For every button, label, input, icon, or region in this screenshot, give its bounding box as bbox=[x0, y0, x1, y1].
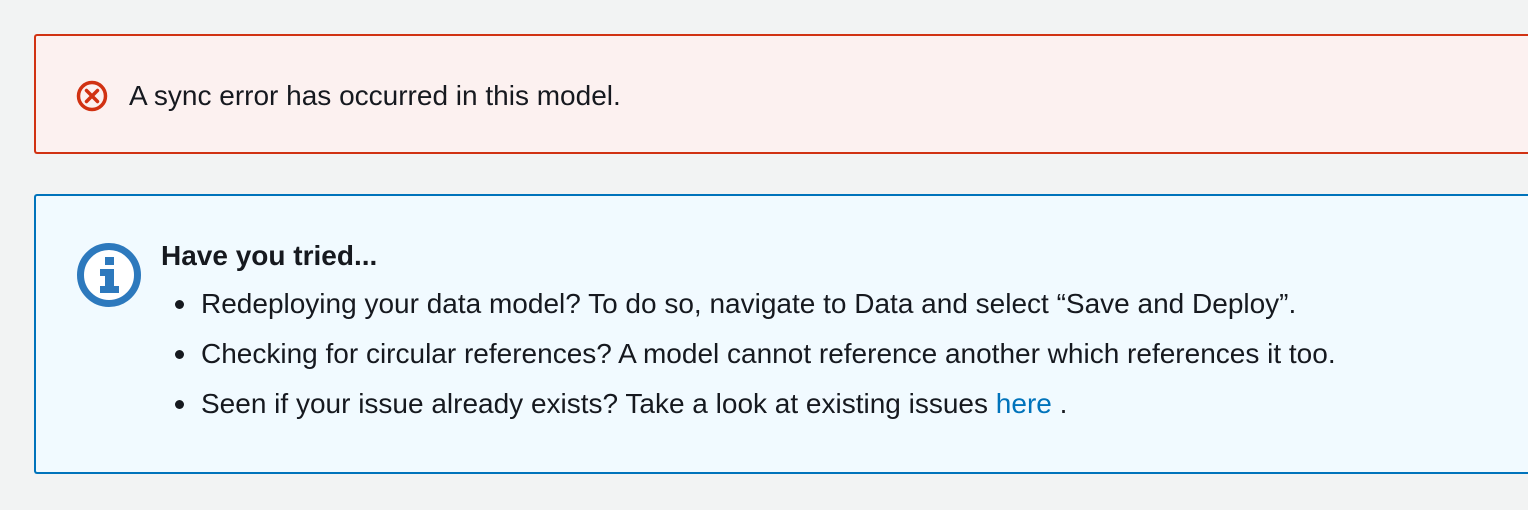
sync-error-alert: A sync error has occurred in this model. bbox=[34, 34, 1528, 154]
suggestions-info-alert: Have you tried... Redeploying your data … bbox=[34, 194, 1528, 474]
bullet bbox=[175, 400, 184, 409]
error-message: A sync error has occurred in this model. bbox=[129, 80, 621, 111]
suggestion-circular-references: Checking for circular references? A mode… bbox=[201, 338, 1336, 369]
suggestion-trailing-text: . bbox=[1051, 388, 1068, 419]
info-title: Have you tried... bbox=[161, 240, 378, 271]
existing-issues-link[interactable]: here bbox=[996, 388, 1052, 419]
bullet bbox=[175, 300, 184, 309]
list-item: Checking for circular references? A mode… bbox=[161, 336, 1336, 386]
info-circle-icon bbox=[76, 242, 142, 308]
suggestion-existing-issues: Seen if your issue already exists? Take … bbox=[201, 388, 996, 419]
list-item: Redeploying your data model? To do so, n… bbox=[161, 286, 1336, 336]
error-circle-x-icon bbox=[76, 80, 108, 112]
bullet bbox=[175, 350, 184, 359]
suggestion-list: Redeploying your data model? To do so, n… bbox=[161, 286, 1336, 436]
list-item: Seen if your issue already exists? Take … bbox=[161, 386, 1336, 436]
suggestion-redeploy: Redeploying your data model? To do so, n… bbox=[201, 288, 1297, 319]
